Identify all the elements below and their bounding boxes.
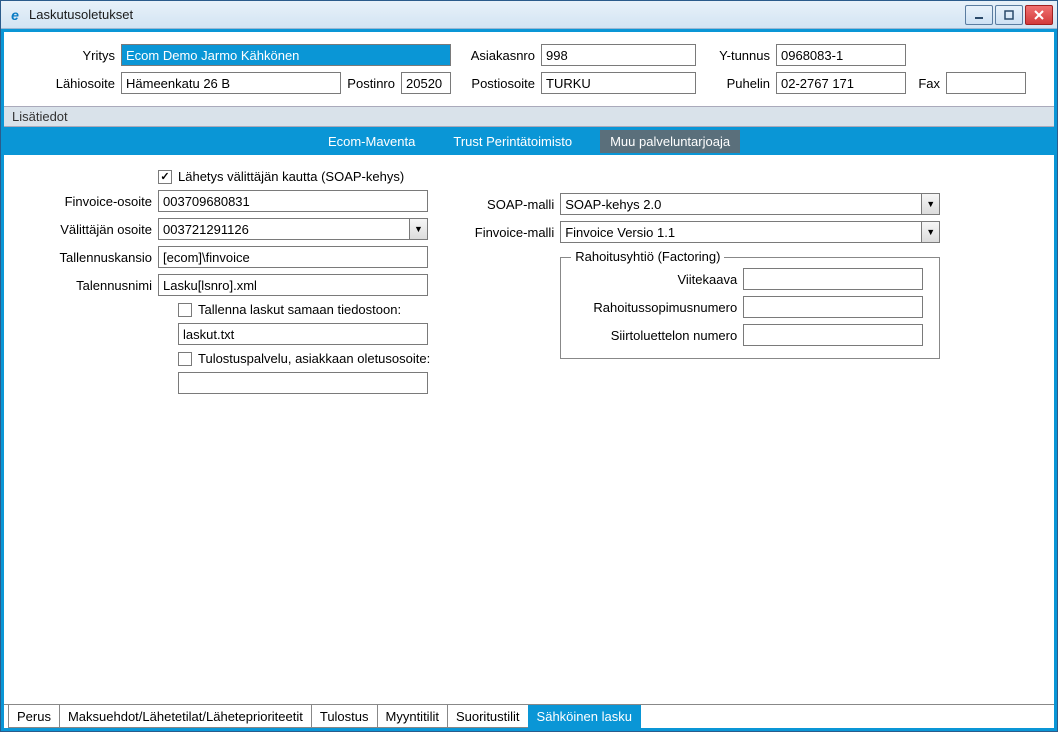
lahetys-valittajan-checkbox[interactable]	[158, 170, 172, 184]
ytunnus-input[interactable]	[776, 44, 906, 66]
puhelin-input[interactable]	[776, 72, 906, 94]
tab-ecom-maventa[interactable]: Ecom-Maventa	[318, 130, 425, 153]
lahetys-valittajan-label: Lähetys välittäjän kautta (SOAP-kehys)	[178, 169, 404, 184]
rahoitussopimusnumero-input[interactable]	[743, 296, 923, 318]
yritys-label: Yritys	[16, 48, 121, 63]
form-body: Lähetys välittäjän kautta (SOAP-kehys) F…	[4, 155, 1054, 704]
siirtoluettelon-input[interactable]	[743, 324, 923, 346]
valittajan-osoite-label: Välittäjän osoite	[18, 222, 158, 237]
titlebar: e Laskutusoletukset	[1, 1, 1057, 29]
talennusnimi-label: Talennusnimi	[18, 278, 158, 293]
right-column: SOAP-malli ▼ Finvoice-malli ▼ Rahoitusyh…	[460, 193, 940, 359]
maximize-button[interactable]	[995, 5, 1023, 25]
soap-malli-label: SOAP-malli	[460, 197, 560, 212]
header-form: Yritys Asiakasnro Y-tunnus Lähiosoite Po…	[4, 38, 1054, 106]
asiakasnro-input[interactable]	[541, 44, 696, 66]
fax-label: Fax	[906, 76, 946, 91]
postinro-input[interactable]	[401, 72, 451, 94]
tab-tulostus[interactable]: Tulostus	[311, 705, 378, 728]
viitekaava-input[interactable]	[743, 268, 923, 290]
tab-maksuehdot[interactable]: Maksuehdot/Lähetetilat/Läheteprioriteeti…	[59, 705, 312, 728]
tab-trust-perinta[interactable]: Trust Perintätoimisto	[443, 130, 582, 153]
minimize-icon	[974, 10, 984, 20]
left-column: Lähetys välittäjän kautta (SOAP-kehys) F…	[18, 169, 430, 394]
app-window: e Laskutusoletukset Yritys Asiakasnro Y-…	[0, 0, 1058, 732]
app-icon: e	[7, 7, 23, 23]
viitekaava-label: Viitekaava	[573, 272, 743, 287]
lahiosoite-label: Lähiosoite	[16, 76, 121, 91]
window-buttons	[965, 5, 1053, 25]
close-button[interactable]	[1025, 5, 1053, 25]
tulostuspalvelu-input[interactable]	[178, 372, 428, 394]
finvoice-osoite-input[interactable]	[158, 190, 428, 212]
chevron-down-icon[interactable]: ▼	[921, 194, 939, 214]
tallennuskansio-input[interactable]	[158, 246, 428, 268]
lahiosoite-input[interactable]	[121, 72, 341, 94]
talennusnimi-input[interactable]	[158, 274, 428, 296]
chevron-down-icon[interactable]: ▼	[921, 222, 939, 242]
fax-input[interactable]	[946, 72, 1026, 94]
factoring-fieldset: Rahoitusyhtiö (Factoring) Viitekaava Rah…	[560, 257, 940, 359]
finvoice-malli-label: Finvoice-malli	[460, 225, 560, 240]
rahoitussopimusnumero-label: Rahoitussopimusnumero	[573, 300, 743, 315]
soap-malli-combo[interactable]: ▼	[560, 193, 940, 215]
content-area: Yritys Asiakasnro Y-tunnus Lähiosoite Po…	[1, 29, 1057, 731]
postinro-label: Postinro	[341, 76, 401, 91]
asiakasnro-label: Asiakasnro	[451, 48, 541, 63]
close-icon	[1034, 10, 1044, 20]
postiosoite-input[interactable]	[541, 72, 696, 94]
valittajan-osoite-combo[interactable]: ▼	[158, 218, 428, 240]
blue-tab-bar: Ecom-Maventa Trust Perintätoimisto Muu p…	[4, 127, 1054, 155]
factoring-legend: Rahoitusyhtiö (Factoring)	[571, 249, 724, 264]
finvoice-malli-combo[interactable]: ▼	[560, 221, 940, 243]
ytunnus-label: Y-tunnus	[696, 48, 776, 63]
siirtoluettelon-label: Siirtoluettelon numero	[573, 328, 743, 343]
chevron-down-icon[interactable]: ▼	[409, 219, 427, 239]
tulostuspalvelu-label: Tulostuspalvelu, asiakkaan oletusosoite:	[198, 351, 430, 366]
tallenna-laskut-file-input[interactable]	[178, 323, 428, 345]
section-header: Lisätiedot	[4, 106, 1054, 127]
tallenna-laskut-checkbox[interactable]	[178, 303, 192, 317]
window-title: Laskutusoletukset	[29, 7, 965, 22]
soap-malli-input[interactable]	[561, 194, 921, 214]
tallennuskansio-label: Tallennuskansio	[18, 250, 158, 265]
tab-muu-palveluntarjoaja[interactable]: Muu palveluntarjoaja	[600, 130, 740, 153]
tab-suoritustilit[interactable]: Suoritustilit	[447, 705, 529, 728]
finvoice-osoite-label: Finvoice-osoite	[18, 194, 158, 209]
tallenna-laskut-label: Tallenna laskut samaan tiedostoon:	[198, 302, 401, 317]
minimize-button[interactable]	[965, 5, 993, 25]
tulostuspalvelu-checkbox[interactable]	[178, 352, 192, 366]
bottom-tabs: Perus Maksuehdot/Lähetetilat/Läheteprior…	[4, 704, 1054, 728]
postiosoite-label: Postiosoite	[451, 76, 541, 91]
tab-perus[interactable]: Perus	[8, 705, 60, 728]
yritys-input[interactable]	[121, 44, 451, 66]
puhelin-label: Puhelin	[696, 76, 776, 91]
tab-sahkoinen-lasku[interactable]: Sähköinen lasku	[528, 705, 641, 728]
finvoice-malli-input[interactable]	[561, 222, 921, 242]
maximize-icon	[1004, 10, 1014, 20]
tab-myyntitilit[interactable]: Myyntitilit	[377, 705, 448, 728]
valittajan-osoite-input[interactable]	[159, 219, 409, 239]
